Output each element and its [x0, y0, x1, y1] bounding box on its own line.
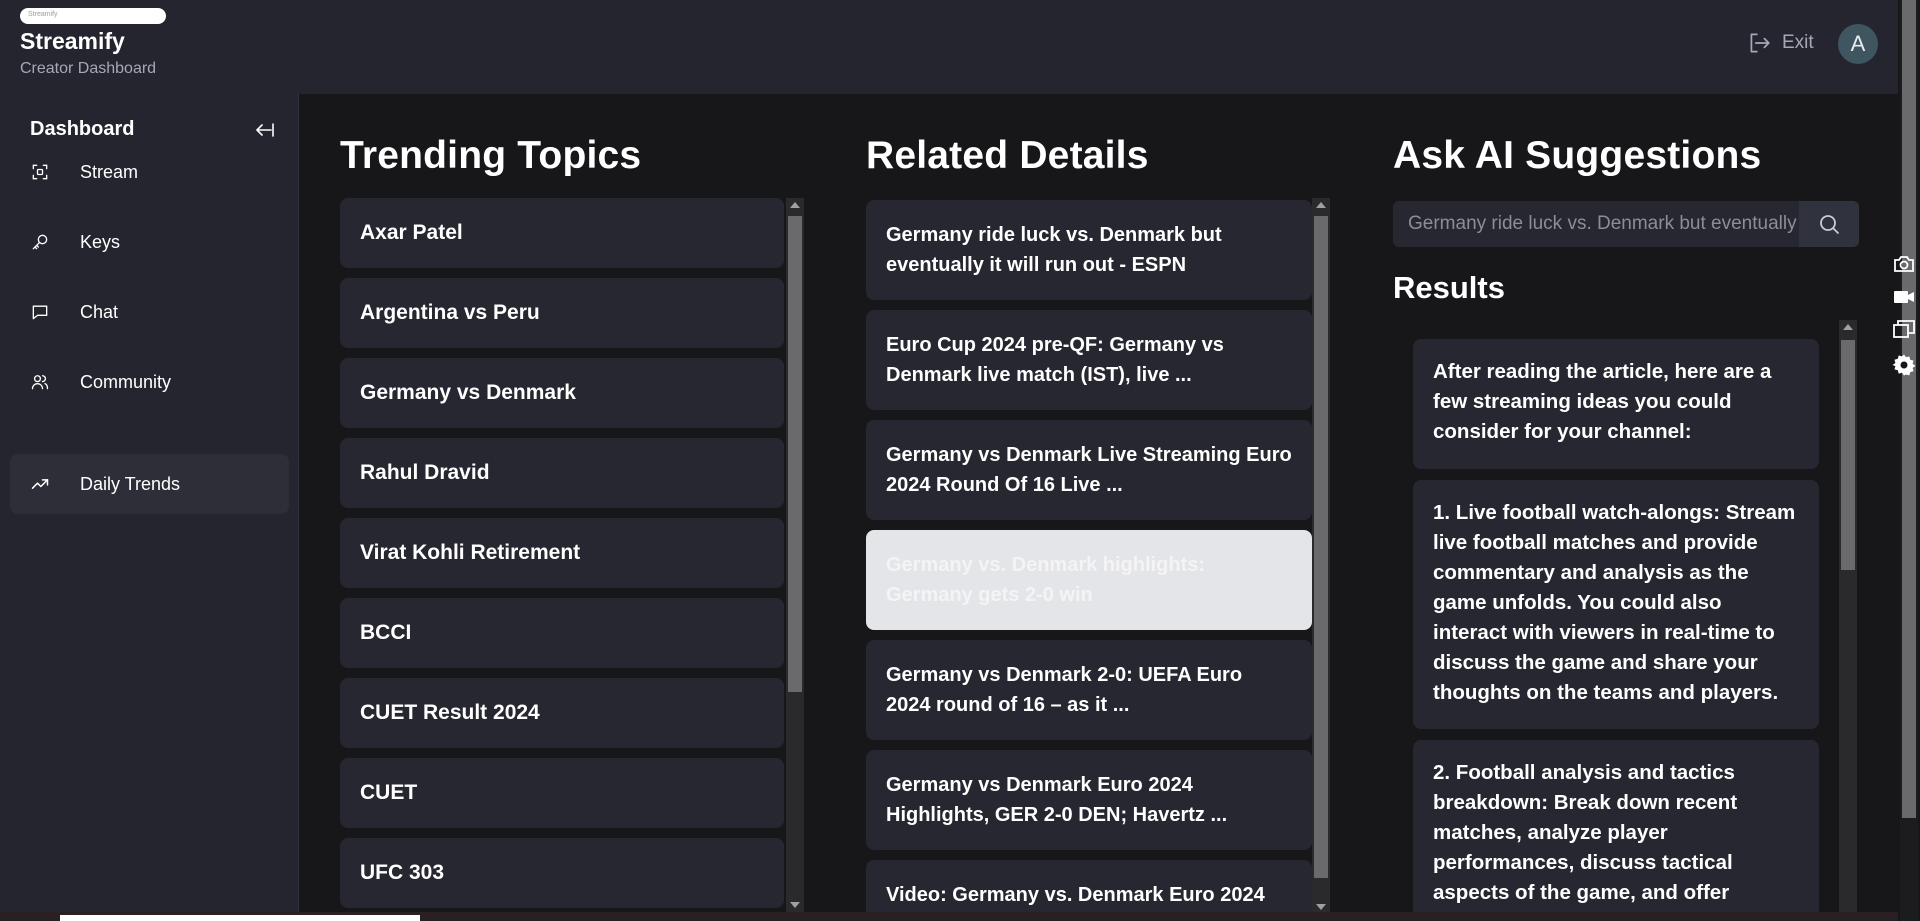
scroll-thumb[interactable]	[1314, 216, 1328, 878]
key-icon	[30, 232, 50, 252]
sidebar: Dashboard Stream Keys Chat Community Dai…	[0, 94, 299, 921]
scroll-thumb[interactable]	[1841, 340, 1855, 570]
topic-card[interactable]: Axar Patel	[340, 198, 784, 268]
horizontal-scrollbar[interactable]	[0, 912, 1898, 921]
result-card: 1. Live football watch-alongs: Stream li…	[1413, 480, 1819, 729]
ai-search-box	[1393, 201, 1859, 247]
sidebar-item-stream[interactable]: Stream	[10, 142, 289, 202]
topic-card[interactable]: Germany vs Denmark	[340, 358, 784, 428]
trending-topics-list: Axar Patel Argentina vs Peru Germany vs …	[340, 198, 806, 912]
related-details-list: Germany ride luck vs. Denmark but eventu…	[866, 198, 1336, 914]
sidebar-title: Dashboard	[30, 118, 135, 140]
camera-icon[interactable]	[1892, 252, 1916, 276]
users-icon	[30, 372, 50, 392]
sidebar-item-chat[interactable]: Chat	[10, 282, 289, 342]
topic-card[interactable]: Virat Kohli Retirement	[340, 518, 784, 588]
scroll-up-icon[interactable]	[786, 198, 804, 212]
related-details-title: Related Details	[866, 134, 1149, 177]
scroll-up-icon[interactable]	[1839, 320, 1857, 334]
trending-icon	[30, 474, 50, 494]
chat-icon	[30, 302, 50, 322]
topic-card[interactable]: Rahul Dravid	[340, 438, 784, 508]
exit-label: Exit	[1782, 32, 1814, 53]
sidebar-item-label: Stream	[80, 161, 139, 182]
sidebar-item-label: Chat	[80, 301, 119, 322]
topic-card[interactable]: CUET Result 2024	[340, 678, 784, 748]
user-avatar[interactable]: A	[1838, 24, 1878, 64]
horizontal-scroll-thumb[interactable]	[60, 915, 420, 921]
app-title: Streamify	[20, 28, 125, 54]
scan-icon	[30, 162, 50, 182]
results-title: Results	[1393, 270, 1505, 305]
page-scrollbar[interactable]	[1900, 0, 1918, 921]
top-header: Streamify Streamify Creator Dashboard Ex…	[0, 0, 1898, 94]
detail-card[interactable]: Germany vs Denmark 2-0: UEFA Euro 2024 r…	[866, 640, 1312, 740]
detail-card-selected[interactable]: Germany vs. Denmark highlights: Germany …	[866, 530, 1312, 630]
sidebar-item-label: Keys	[80, 231, 121, 252]
topic-card[interactable]: BCCI	[340, 598, 784, 668]
topic-card[interactable]: Argentina vs Peru	[340, 278, 784, 348]
logout-icon	[1750, 33, 1770, 53]
collapse-sidebar-icon[interactable]	[252, 118, 276, 142]
topic-card[interactable]: CUET	[340, 758, 784, 828]
ai-results-list: After reading the article, here are a fe…	[1413, 339, 1819, 921]
sidebar-item-label: Daily Trends	[80, 473, 181, 494]
sidebar-item-daily-trends[interactable]: Daily Trends	[10, 454, 289, 514]
search-icon	[1820, 215, 1839, 234]
exit-button[interactable]: Exit	[1746, 30, 1814, 56]
ai-search-button[interactable]	[1799, 201, 1859, 247]
windows-icon[interactable]	[1892, 318, 1916, 342]
result-card: 2. Football analysis and tactics breakdo…	[1413, 740, 1819, 921]
video-icon[interactable]	[1892, 285, 1916, 309]
detail-card[interactable]: Germany ride luck vs. Denmark but eventu…	[866, 200, 1312, 300]
scroll-up-icon[interactable]	[1312, 198, 1330, 212]
results-scrollbar[interactable]	[1839, 320, 1857, 921]
topic-card[interactable]: UFC 303	[340, 838, 784, 908]
page-scroll-thumb[interactable]	[1902, 0, 1916, 818]
details-scrollbar[interactable]	[1312, 198, 1330, 914]
topics-scrollbar[interactable]	[786, 198, 804, 912]
result-card: After reading the article, here are a fe…	[1413, 339, 1819, 469]
sidebar-item-label: Community	[80, 371, 172, 392]
detail-card[interactable]: Video: Germany vs. Denmark Euro 2024	[866, 860, 1312, 914]
scroll-down-icon[interactable]	[786, 898, 804, 912]
detail-card[interactable]: Germany vs Denmark Live Streaming Euro 2…	[866, 420, 1312, 520]
brand-badge: Streamify	[20, 8, 166, 24]
settings-icon[interactable]	[1892, 353, 1916, 377]
scroll-thumb[interactable]	[788, 216, 802, 692]
ask-ai-title: Ask AI Suggestions	[1393, 134, 1762, 177]
app-subtitle: Creator Dashboard	[20, 60, 157, 77]
ai-search-input[interactable]	[1393, 201, 1798, 247]
detail-card[interactable]: Germany vs Denmark Euro 2024 Highlights,…	[866, 750, 1312, 850]
detail-card[interactable]: Euro Cup 2024 pre-QF: Germany vs Denmark…	[866, 310, 1312, 410]
sidebar-item-community[interactable]: Community	[10, 352, 289, 412]
sidebar-item-keys[interactable]: Keys	[10, 212, 289, 272]
trending-topics-title: Trending Topics	[340, 134, 642, 177]
brand-badge-text: Streamify	[28, 11, 58, 18]
